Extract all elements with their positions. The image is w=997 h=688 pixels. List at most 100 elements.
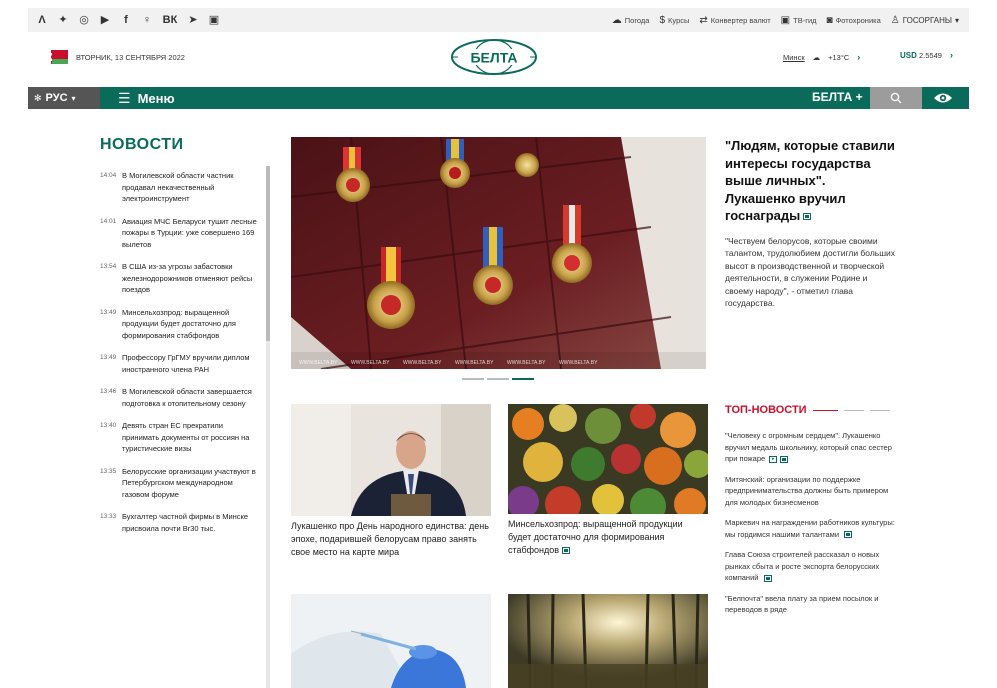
svg-text:WWW.BELTA.BY: WWW.BELTA.BY — [403, 360, 442, 366]
carousel-dot-active[interactable] — [512, 378, 534, 380]
news-card[interactable] — [291, 594, 491, 688]
converter-link[interactable]: ⇄ Конвертер валют — [699, 15, 770, 26]
chevron-right-icon[interactable]: › — [857, 52, 860, 62]
list-item[interactable]: 13:46 В Могилевской области завершается п… — [100, 386, 270, 409]
svg-text:WWW.BELTA.BY: WWW.BELTA.BY — [507, 360, 546, 366]
belarus-flag-icon — [48, 50, 68, 64]
gallery-icon — [780, 455, 789, 463]
usd-rate: 2.5549 — [918, 50, 942, 60]
list-item[interactable]: 13:54 В США из-за угрозы забастовки желез… — [100, 261, 270, 296]
facebook-icon[interactable]: f — [120, 14, 132, 26]
news-card[interactable]: Лукашенко про День народного единства: д… — [291, 404, 491, 559]
belta-plus-link[interactable]: БЕЛТА + — [812, 90, 863, 104]
odnoklassniki-icon[interactable]: ♀ — [141, 14, 153, 26]
list-item[interactable]: 14:04 В Могилевской области частник прода… — [100, 170, 270, 205]
list-item[interactable]: "Человеку с огромным сердцем". Лукашенко… — [725, 430, 897, 465]
news-card[interactable]: Минсельхозпрод: выращенной продукции буд… — [508, 404, 708, 557]
photo-icon: ◙ — [826, 14, 833, 26]
utility-bar: Λ ✦ ◎ ▶ f ♀ ВК ➤ ▣ ☁ Погода $ Курсы ⇄ Конве… — [28, 8, 969, 32]
chevron-right-icon[interactable]: › — [950, 50, 953, 60]
accessibility-button[interactable] — [926, 90, 960, 106]
gos-organs-dropdown[interactable]: ♙ ГОСОРГАНЫ ▾ — [891, 15, 959, 26]
social-links: Λ ✦ ◎ ▶ f ♀ ВК ➤ ▣ — [36, 14, 220, 26]
video-icon: ▸ — [769, 455, 778, 463]
usd-label: USD — [900, 50, 917, 60]
globe-icon: ✻ — [34, 92, 42, 103]
currency-widget[interactable]: USD 2.5549 › — [900, 50, 953, 60]
list-item[interactable]: 13:49 Профессору ГрГМУ вручили диплом ино… — [100, 352, 270, 375]
converter-icon: ⇄ — [699, 14, 708, 26]
scrollbar-thumb[interactable] — [266, 166, 270, 341]
belta-logo[interactable]: БЕЛТА — [450, 38, 538, 76]
telegram-icon[interactable]: ➤ — [187, 14, 199, 26]
card-caption: Лукашенко про День народного единства: д… — [291, 521, 489, 557]
news-feed: НОВОСТИ 14:04 В Могилевской области частн… — [100, 136, 270, 688]
search-icon — [890, 92, 902, 104]
main-navbar: ✻ РУС ▾ ☰ Меню БЕЛТА + — [28, 87, 969, 109]
carousel-dot[interactable] — [487, 378, 509, 380]
carousel-indicator[interactable] — [462, 378, 534, 380]
gallery-icon — [562, 547, 570, 555]
divider — [869, 409, 890, 411]
temperature: +13°C — [828, 52, 850, 62]
youtube-icon[interactable]: ▶ — [99, 14, 111, 26]
city-link[interactable]: Минск — [783, 53, 805, 62]
currency-icon: $ — [659, 14, 666, 26]
news-card[interactable] — [508, 594, 708, 688]
tv-icon: ▣ — [780, 14, 791, 26]
list-item[interactable]: 13:35 Белорусские организации участвуют в… — [100, 466, 270, 501]
lead-headline[interactable]: "Людям, которые ставили интересы государ… — [725, 137, 897, 225]
lead-photo[interactable]: WWW.BELTA.BY WWW.BELTA.BY WWW.BELTA.BY W… — [291, 137, 706, 369]
tv-guide-link[interactable]: ▣ ТВ-гид — [781, 15, 817, 26]
medical-image — [291, 594, 491, 688]
card-photo — [291, 594, 491, 688]
weather-link[interactable]: ☁ Погода — [612, 15, 650, 26]
card-caption: Минсельхозпрод: выращенной продукции буд… — [508, 519, 683, 555]
divider — [812, 409, 838, 411]
list-item[interactable]: "Белпочта" ввела плату за прием посылок … — [725, 593, 897, 616]
svg-text:WWW.BELTA.BY: WWW.BELTA.BY — [559, 360, 598, 366]
list-item[interactable]: 13:49 Минсельхозпрод: выращенной продукци… — [100, 307, 270, 342]
list-item[interactable]: 14:01 Авиация МЧС Беларуси тушит лесные п… — [100, 216, 270, 251]
menu-button[interactable]: ☰ Меню — [118, 90, 175, 107]
rss-icon[interactable]: Λ — [36, 14, 48, 26]
gallery-icon — [803, 213, 812, 221]
app-icon[interactable]: ▣ — [208, 14, 220, 26]
card-photo — [508, 594, 708, 688]
cloud-icon: ☁ — [812, 52, 821, 62]
gallery-icon — [763, 574, 772, 582]
svg-text:WWW.BELTA.BY: WWW.BELTA.BY — [351, 360, 390, 366]
twitter-icon[interactable]: ✦ — [57, 14, 69, 26]
photo-chronicle-link[interactable]: ◙ Фотохроника — [827, 15, 881, 26]
vk-icon[interactable]: ВК — [162, 14, 178, 26]
carousel-dot[interactable] — [462, 378, 484, 380]
vegetables-image — [508, 404, 708, 514]
list-item[interactable]: Маркевич на награждении работников культ… — [725, 517, 897, 540]
forest-image — [508, 594, 708, 688]
currency-link[interactable]: $ Курсы — [659, 15, 689, 26]
instagram-icon[interactable]: ◎ — [78, 14, 90, 26]
gallery-icon — [844, 531, 853, 539]
president-image — [291, 404, 491, 516]
list-item[interactable]: Митянский: организации по поддержке пред… — [725, 474, 897, 509]
list-item[interactable]: Глава Союза строителей рассказал о новых… — [725, 549, 897, 584]
card-photo — [291, 404, 491, 516]
site-header: ВТОРНИК, 13 СЕНТЯБРЯ 2022 БЕЛТА Минск ☁ … — [28, 36, 969, 86]
svg-text:WWW.BELTA.BY: WWW.BELTA.BY — [299, 360, 338, 366]
language-selector[interactable]: ✻ РУС ▾ — [28, 87, 100, 109]
search-button[interactable] — [870, 87, 922, 109]
hamburger-icon: ☰ — [118, 90, 131, 106]
news-heading[interactable]: НОВОСТИ — [100, 136, 270, 154]
news-scrollbar[interactable] — [266, 166, 270, 688]
svg-text:БЕЛТА: БЕЛТА — [470, 50, 517, 66]
top-news: ТОП-НОВОСТИ "Человеку с огромным сердцем… — [725, 404, 897, 616]
top-news-heading[interactable]: ТОП-НОВОСТИ — [725, 404, 897, 416]
lead-summary: "Чествуем белорусов, которые своими тала… — [725, 235, 896, 309]
weather-widget[interactable]: Минск ☁ +13°C › — [783, 52, 860, 62]
eye-icon — [934, 93, 952, 103]
weather-icon: ☁ — [611, 14, 622, 26]
card-photo — [508, 404, 708, 514]
list-item[interactable]: 13:40 Девять стран ЕС прекратили принимат… — [100, 420, 270, 455]
chevron-down-icon: ▾ — [954, 15, 959, 25]
list-item[interactable]: 13:33 Бухгалтер частной фирмы в Минске пр… — [100, 511, 270, 534]
